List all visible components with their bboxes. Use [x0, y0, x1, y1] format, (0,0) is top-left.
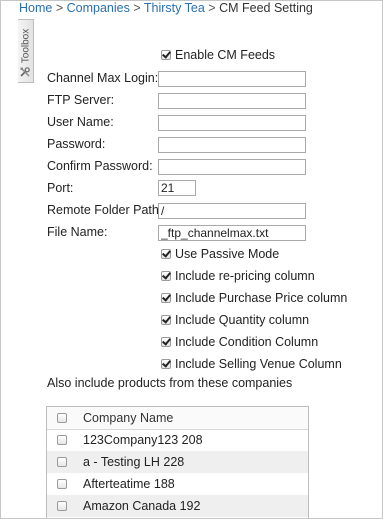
row-checkbox[interactable] — [57, 457, 67, 467]
table-row[interactable]: a - Testing LH 228 — [47, 451, 308, 473]
file-name-label: File Name: — [47, 225, 108, 239]
confirm-password-label: Confirm Password: — [47, 159, 153, 173]
tools-icon — [20, 67, 30, 77]
row-checkbox[interactable] — [57, 435, 67, 445]
include-quantity-label: Include Quantity column — [175, 313, 310, 327]
channel-max-login-label: Channel Max Login: — [47, 71, 159, 85]
password-label: Password: — [47, 137, 106, 151]
table-row[interactable]: Afterteatime 188 — [47, 473, 308, 495]
breadcrumb-separator: > — [55, 1, 64, 15]
file-name-input[interactable] — [158, 225, 306, 241]
company-name-cell: 123Company123 208 — [83, 433, 203, 447]
company-name-column-header[interactable]: Company Name — [83, 411, 173, 425]
table-row[interactable]: Amazon Canada 192 — [47, 495, 308, 517]
breadcrumb-company-link[interactable]: Thirsty Tea — [144, 1, 205, 15]
user-name-label: User Name: — [47, 115, 114, 129]
use-passive-mode-label: Use Passive Mode — [175, 247, 280, 261]
include-repricing-label: Include re-pricing column — [175, 269, 315, 283]
company-name-cell: Amazon Canada 192 — [83, 499, 201, 513]
breadcrumb: Home > Companies > Thirsty Tea > CM Feed… — [19, 1, 313, 15]
breadcrumb-home-link[interactable]: Home — [19, 1, 52, 15]
row-checkbox[interactable] — [57, 479, 67, 489]
port-input[interactable] — [158, 180, 196, 196]
ftp-server-label: FTP Server: — [47, 93, 115, 107]
include-purchase-price-checkbox[interactable] — [161, 293, 171, 303]
enable-cm-feeds-label: Enable CM Feeds — [175, 48, 276, 62]
toolbox-label: Toolbox — [20, 28, 32, 64]
enable-cm-feeds-checkbox[interactable] — [161, 50, 171, 60]
breadcrumb-separator: > — [208, 1, 216, 15]
breadcrumb-separator: > — [133, 1, 141, 15]
company-name-cell: Afterteatime 188 — [83, 477, 175, 491]
channel-max-login-input[interactable] — [158, 71, 306, 87]
include-selling-venue-label: Include Selling Venue Column — [175, 357, 342, 371]
remote-folder-path-label: Remote Folder Path: — [47, 203, 163, 217]
include-repricing-checkbox[interactable] — [161, 271, 171, 281]
ftp-server-input[interactable] — [158, 93, 306, 109]
toolbox-tab[interactable]: Toolbox — [18, 19, 34, 83]
user-name-input[interactable] — [158, 115, 306, 131]
breadcrumb-companies-link[interactable]: Companies — [67, 1, 130, 15]
page-frame: Home > Companies > Thirsty Tea > CM Feed… — [0, 0, 383, 519]
port-label: Port: — [47, 181, 74, 195]
include-condition-checkbox[interactable] — [161, 337, 171, 347]
companies-table: Company Name 123Company123 208 a - Testi… — [46, 406, 309, 518]
remote-folder-path-input[interactable] — [158, 203, 306, 219]
include-quantity-checkbox[interactable] — [161, 315, 171, 325]
table-header: Company Name — [47, 407, 308, 430]
include-condition-label: Include Condition Column — [175, 335, 319, 349]
select-all-checkbox[interactable] — [57, 413, 67, 423]
also-include-heading: Also include products from these compani… — [47, 376, 293, 390]
company-name-cell: a - Testing LH 228 — [83, 455, 185, 469]
use-passive-mode-checkbox[interactable] — [161, 249, 171, 259]
breadcrumb-current: CM Feed Setting — [219, 1, 313, 15]
confirm-password-input[interactable] — [158, 159, 306, 175]
password-input[interactable] — [158, 137, 306, 153]
row-checkbox[interactable] — [57, 501, 67, 511]
include-purchase-price-label: Include Purchase Price column — [175, 291, 348, 305]
table-row[interactable]: 123Company123 208 — [47, 429, 308, 451]
include-selling-venue-checkbox[interactable] — [161, 359, 171, 369]
